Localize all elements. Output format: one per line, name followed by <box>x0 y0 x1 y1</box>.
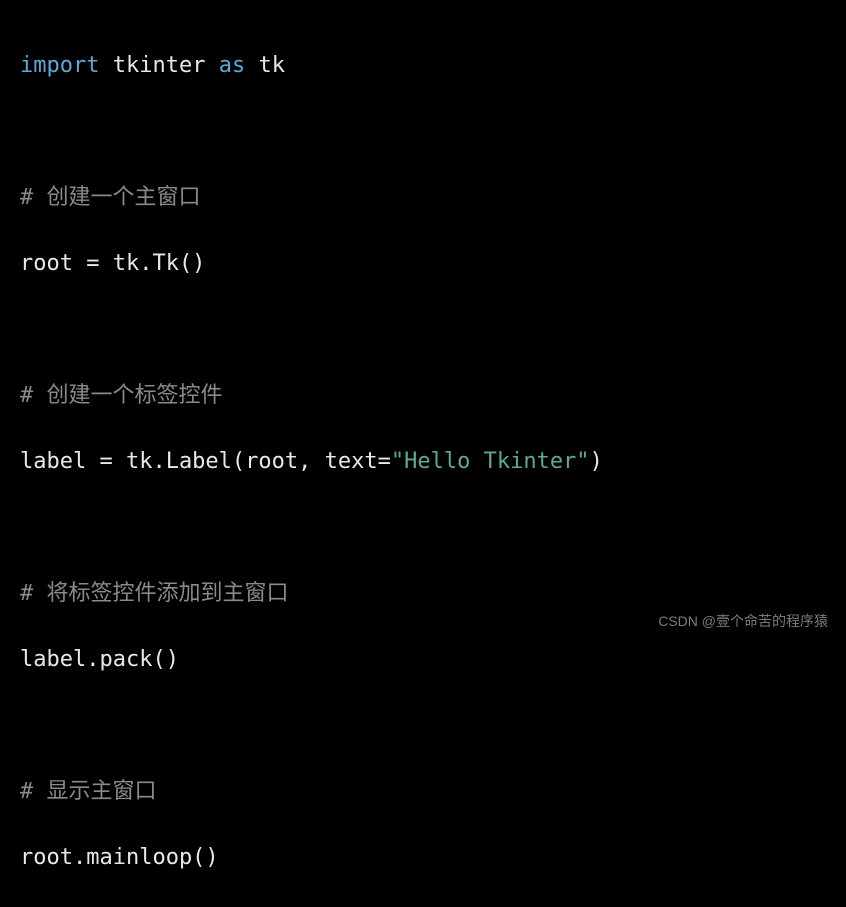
keyword-as: as <box>219 53 246 78</box>
code-line: label = tk.Label(root, text="Hello Tkint… <box>20 445 826 478</box>
code-line: import tkinter as tk <box>20 49 826 82</box>
code-line: # 显示主窗口 <box>20 775 826 808</box>
comment-text: # 显示主窗口 <box>20 779 157 804</box>
code-line: # 创建一个主窗口 <box>20 181 826 214</box>
statement-part: label = tk.Label(root, text= <box>20 449 391 474</box>
statement: root = tk.Tk() <box>20 251 205 276</box>
code-snippet: import tkinter as tk # 创建一个主窗口 root = tk… <box>20 16 826 907</box>
comment-text: # 创建一个标签控件 <box>20 383 223 408</box>
alias-name: tk <box>245 53 285 78</box>
blank-line <box>20 511 826 544</box>
blank-line <box>20 709 826 742</box>
code-line: # 创建一个标签控件 <box>20 379 826 412</box>
comment-text: # 创建一个主窗口 <box>20 185 201 210</box>
blank-line <box>20 115 826 148</box>
code-line: root = tk.Tk() <box>20 247 826 280</box>
code-line: root.mainloop() <box>20 841 826 874</box>
comment-text: # 将标签控件添加到主窗口 <box>20 581 289 606</box>
module-name: tkinter <box>99 53 218 78</box>
watermark-text: CSDN @壹个命苦的程序猿 <box>658 611 828 632</box>
string-literal: "Hello Tkinter" <box>391 449 590 474</box>
statement-part: ) <box>590 449 603 474</box>
statement: label.pack() <box>20 647 179 672</box>
code-line: # 将标签控件添加到主窗口 <box>20 577 826 610</box>
blank-line <box>20 313 826 346</box>
keyword-import: import <box>20 53 99 78</box>
code-line: label.pack() <box>20 643 826 676</box>
statement: root.mainloop() <box>20 845 219 870</box>
